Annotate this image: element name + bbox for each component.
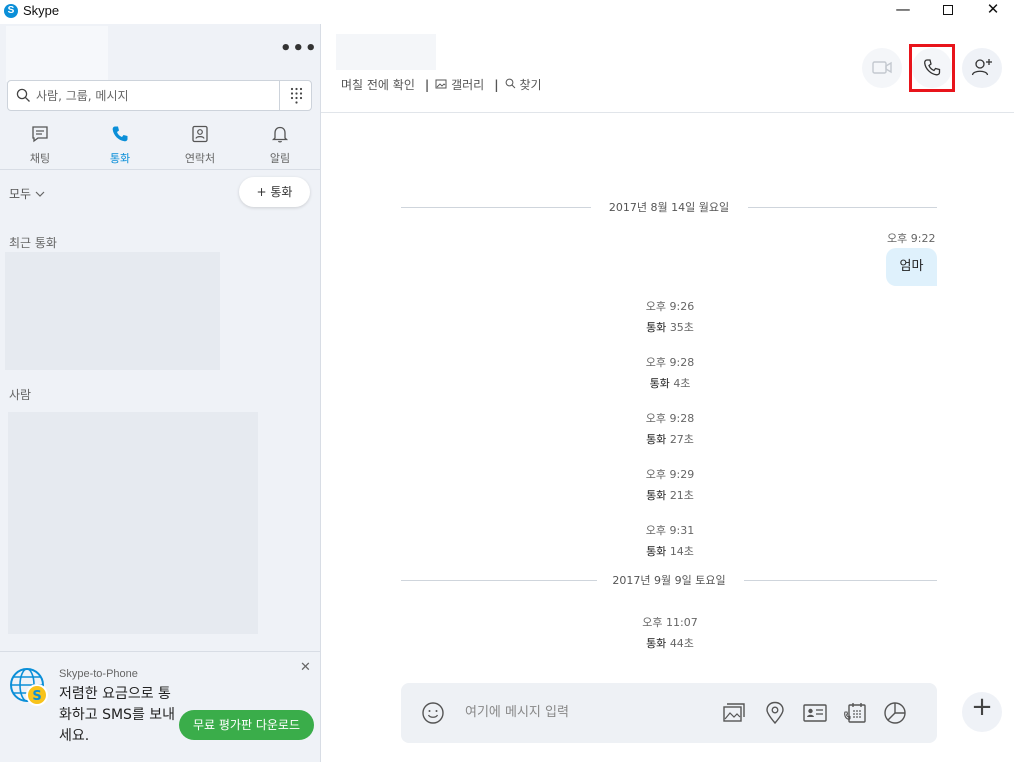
filter-dropdown[interactable]: 모두 xyxy=(9,185,45,202)
maximize-icon xyxy=(943,4,953,15)
call-duration: 35초 xyxy=(669,321,694,334)
tab-calls[interactable]: 통화 xyxy=(80,124,160,165)
date-separator-text: 2017년 8월 14일 월요일 xyxy=(608,201,730,214)
call-time: 오후 9:31 xyxy=(645,524,695,537)
tab-notifications[interactable]: 알림 xyxy=(240,124,320,165)
dialpad-icon xyxy=(290,87,303,104)
search-input[interactable] xyxy=(36,81,280,110)
maximize-button[interactable] xyxy=(925,0,971,24)
call-label: 통화 xyxy=(646,433,667,446)
emoji-icon[interactable] xyxy=(421,701,445,725)
dialpad-button[interactable] xyxy=(279,81,312,110)
schedule-call-icon[interactable] xyxy=(842,700,868,726)
conversation-pane: 며칠 전에 확인 | 갤러리 | 찾기 2017년 8월 14일 월요일 오후 9:… xyxy=(321,24,1014,762)
contact-card-icon[interactable] xyxy=(802,700,828,726)
add-person-icon xyxy=(971,59,992,76)
profile-area[interactable] xyxy=(6,26,108,82)
call-log-entry: 오후 9:29 통화 21초 xyxy=(595,466,745,503)
contact-name[interactable] xyxy=(336,34,436,70)
more-options-button[interactable]: ••• xyxy=(280,38,318,59)
call-duration: 44초 xyxy=(669,637,694,650)
call-log-entry: 오후 11:07 통화 44초 xyxy=(595,614,745,651)
video-call-button[interactable] xyxy=(862,48,902,88)
skype-to-phone-promo: S Skype-to-Phone 저렴한 요금으로 통화하고 SMS를 보내세요… xyxy=(0,651,320,762)
add-content-button[interactable]: + xyxy=(962,692,1002,732)
free-trial-download-button[interactable]: 무료 평가판 다운로드 xyxy=(179,710,314,740)
globe-credit-icon: S xyxy=(10,668,48,706)
tab-calls-label: 통화 xyxy=(109,152,131,165)
call-label: 통화 xyxy=(646,321,667,334)
call-button-highlight xyxy=(909,44,955,92)
call-time: 오후 9:29 xyxy=(645,468,695,481)
call-duration: 14초 xyxy=(669,545,694,558)
sidebar: ••• 채팅 통화 xyxy=(0,24,321,762)
call-time: 오후 9:28 xyxy=(645,412,695,425)
last-seen-link[interactable]: 며칠 전에 확인 xyxy=(341,78,415,92)
svg-text:S: S xyxy=(32,689,41,704)
header-divider xyxy=(321,112,1014,113)
call-label: 통화 xyxy=(646,489,667,502)
location-icon[interactable] xyxy=(762,700,788,726)
send-image-icon[interactable] xyxy=(721,700,747,726)
gallery-icon xyxy=(435,79,447,89)
find-link[interactable]: 찾기 xyxy=(519,78,541,92)
call-label: 통화 xyxy=(646,545,667,558)
call-time: 오후 11:07 xyxy=(642,616,698,629)
call-log-entry: 오후 9:31 통화 14초 xyxy=(595,522,745,559)
video-icon xyxy=(872,61,892,74)
call-log-entry: 오후 9:28 통화 4초 xyxy=(595,354,745,391)
conversation-subnav: 며칠 전에 확인 | 갤러리 | 찾기 xyxy=(341,78,542,92)
window-title: Skype xyxy=(23,3,60,18)
date-separator: 2017년 9월 9일 토요일 xyxy=(401,572,937,588)
title-bar: S Skype — ✕ xyxy=(0,0,1014,24)
promo-heading: Skype-to-Phone xyxy=(59,668,138,680)
call-duration: 21초 xyxy=(669,489,694,502)
people-title: 사람 xyxy=(9,388,32,402)
message-input[interactable] xyxy=(465,698,705,726)
nav-divider xyxy=(0,169,320,170)
call-label: 통화 xyxy=(649,377,670,390)
call-log-entry: 오후 9:28 통화 27초 xyxy=(595,410,745,447)
chat-icon xyxy=(32,126,48,143)
date-separator: 2017년 8월 14일 월요일 xyxy=(401,199,937,215)
call-time: 오후 9:26 xyxy=(645,300,695,313)
promo-close-button[interactable]: ✕ xyxy=(300,660,311,675)
call-duration: 4초 xyxy=(673,377,691,390)
phone-icon xyxy=(112,126,128,142)
tab-chats-label: 채팅 xyxy=(29,152,51,165)
message-composer xyxy=(401,683,937,743)
contacts-icon xyxy=(192,125,208,143)
search-box[interactable] xyxy=(7,80,312,111)
add-people-button[interactable] xyxy=(962,48,1002,88)
people-list[interactable] xyxy=(8,412,258,634)
recent-calls-list[interactable] xyxy=(5,252,220,370)
tab-chats[interactable]: 채팅 xyxy=(0,124,80,165)
message-time: 오후 9:22 xyxy=(887,232,936,245)
call-time: 오후 9:28 xyxy=(645,356,695,369)
close-button[interactable]: ✕ xyxy=(970,0,1014,24)
poll-icon[interactable] xyxy=(882,700,908,726)
promo-body: 저렴한 요금으로 통화하고 SMS를 보내세요. xyxy=(59,686,176,744)
call-log-entry: 오후 9:26 통화 35초 xyxy=(595,298,745,335)
search-icon xyxy=(16,88,30,102)
date-separator-text: 2017년 9월 9일 토요일 xyxy=(612,574,726,587)
tab-contacts[interactable]: 연락처 xyxy=(160,124,240,165)
tab-contacts-label: 연락처 xyxy=(184,152,216,165)
bell-icon xyxy=(271,126,289,143)
recent-calls-title: 최근 통화 xyxy=(9,236,57,250)
outgoing-message[interactable]: 엄마 xyxy=(886,248,937,286)
chevron-down-icon xyxy=(35,191,45,197)
skype-logo-icon: S xyxy=(4,4,18,18)
find-icon xyxy=(505,78,515,89)
new-call-button[interactable]: + 통화 xyxy=(239,177,310,207)
tab-notifications-label: 알림 xyxy=(269,152,291,165)
gallery-link[interactable]: 갤러리 xyxy=(451,78,484,92)
call-duration: 27초 xyxy=(669,433,694,446)
filter-label: 모두 xyxy=(9,187,32,201)
call-label: 통화 xyxy=(646,637,667,650)
minimize-button[interactable]: — xyxy=(880,0,926,24)
